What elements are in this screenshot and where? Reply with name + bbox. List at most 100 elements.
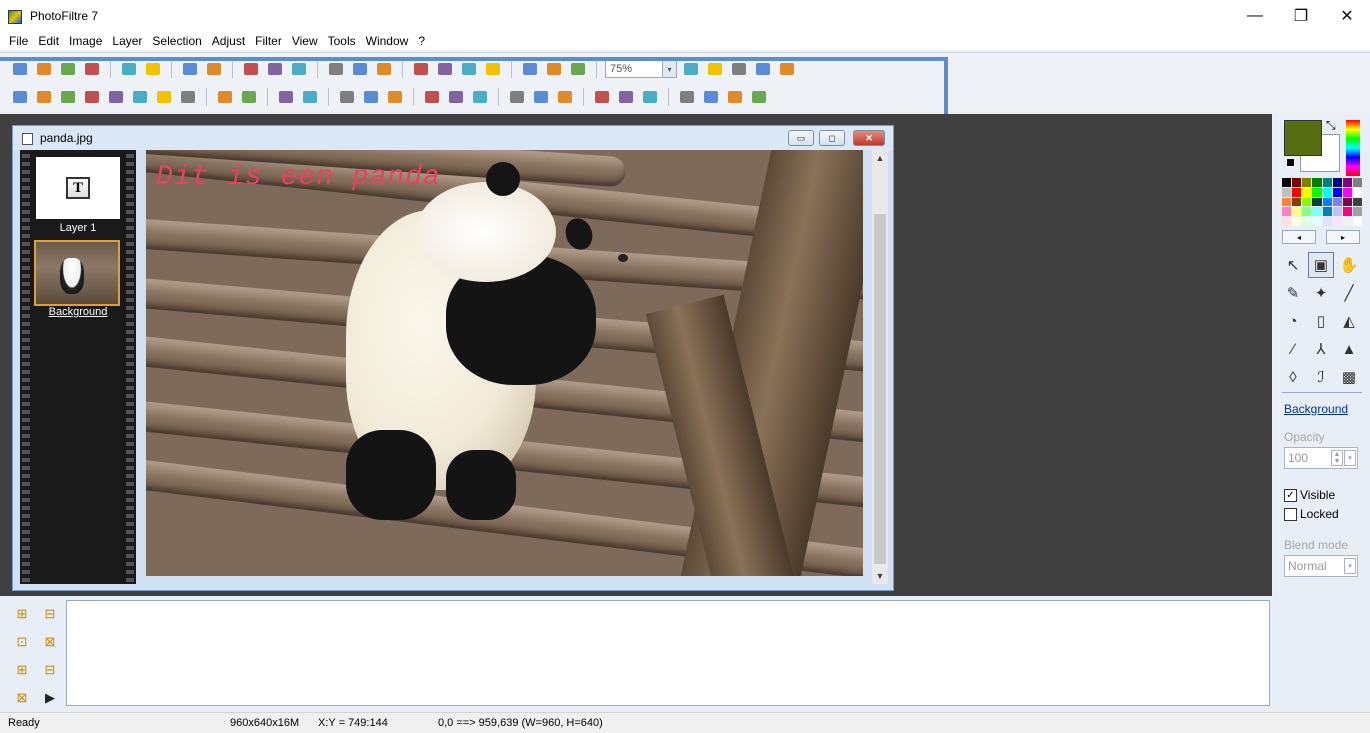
palette-swatch[interactable] bbox=[1352, 187, 1362, 197]
palette-swatch[interactable] bbox=[1312, 207, 1322, 217]
locked-checkbox-box[interactable] bbox=[1284, 507, 1297, 521]
palette-swatch[interactable] bbox=[1282, 187, 1292, 197]
menu-tools[interactable]: Tools bbox=[323, 32, 361, 50]
menu-filter[interactable]: Filter bbox=[250, 32, 287, 50]
canvas-vertical-scrollbar[interactable]: ▲ ▼ bbox=[872, 150, 888, 584]
palette-swatch[interactable] bbox=[1342, 197, 1352, 207]
spray-icon[interactable]: ▯ bbox=[1308, 308, 1334, 334]
tree-icon-3[interactable]: ⊡ bbox=[10, 630, 34, 654]
palette-swatch[interactable] bbox=[1352, 217, 1362, 226]
palette-swatch[interactable] bbox=[1332, 207, 1342, 217]
doc-maximize-button[interactable]: ◻ bbox=[819, 130, 845, 146]
line-icon[interactable]: ╱ bbox=[1336, 280, 1362, 306]
palette-swatch[interactable] bbox=[1322, 178, 1332, 187]
menu-help[interactable]: ? bbox=[413, 32, 430, 50]
palette-swatch[interactable] bbox=[1302, 187, 1312, 197]
tree-icon-6[interactable]: ⊟ bbox=[38, 658, 62, 682]
opacity-field[interactable]: 100 ▲ ▼ ▾ bbox=[1284, 447, 1358, 469]
advanced-brush-icon[interactable]: ⅄ bbox=[1308, 336, 1334, 362]
menu-adjust[interactable]: Adjust bbox=[207, 32, 250, 50]
tree-icon-4[interactable]: ⊠ bbox=[38, 630, 62, 654]
menu-layer[interactable]: Layer bbox=[107, 32, 147, 50]
tree-icon-1[interactable]: ⊞ bbox=[10, 602, 34, 626]
selection-icon[interactable]: ▣ bbox=[1308, 252, 1334, 278]
fill-icon[interactable]: ◔ bbox=[1280, 308, 1306, 334]
foreground-color-swatch[interactable] bbox=[1284, 120, 1322, 156]
minimize-button[interactable]: — bbox=[1232, 0, 1278, 32]
palette-swatch[interactable] bbox=[1322, 217, 1332, 226]
image-window-title-bar[interactable]: panda.jpg ▭ ◻ ✕ bbox=[13, 126, 893, 150]
palette-swatch[interactable] bbox=[1302, 217, 1312, 226]
palette-next-button[interactable]: ▸ bbox=[1326, 230, 1360, 244]
palette-swatch[interactable] bbox=[1282, 197, 1292, 207]
palette-swatch[interactable] bbox=[1342, 178, 1352, 187]
tree-icon-5[interactable]: ⊞ bbox=[10, 658, 34, 682]
menu-file[interactable]: File bbox=[4, 32, 33, 50]
play-icon[interactable]: ▶ bbox=[38, 686, 62, 710]
palette-swatch[interactable] bbox=[1312, 178, 1322, 187]
palette-swatch[interactable] bbox=[1332, 217, 1342, 226]
palette-swatch[interactable] bbox=[1312, 197, 1322, 207]
palette-swatch[interactable] bbox=[1292, 197, 1302, 207]
layer-1-thumbnail[interactable]: T bbox=[36, 157, 120, 219]
background-layer-label[interactable]: Background bbox=[36, 306, 120, 318]
chevron-down-icon[interactable]: ▾ bbox=[1344, 558, 1356, 574]
active-layer-name[interactable]: Background bbox=[1284, 402, 1348, 416]
palette-swatch[interactable] bbox=[1302, 197, 1312, 207]
palette-swatch[interactable] bbox=[1322, 197, 1332, 207]
palette-swatch[interactable] bbox=[1342, 207, 1352, 217]
blend-mode-select[interactable]: Normal ▾ bbox=[1284, 555, 1358, 577]
visible-checkbox[interactable]: ✓ Visible bbox=[1284, 488, 1335, 502]
palette-swatch[interactable] bbox=[1302, 178, 1312, 187]
palette-swatch[interactable] bbox=[1312, 217, 1322, 226]
swap-colors-icon[interactable]: ⤡ bbox=[1326, 118, 1336, 133]
palette-swatch[interactable] bbox=[1352, 178, 1362, 187]
menu-image[interactable]: Image bbox=[64, 32, 107, 50]
background-layer-thumbnail[interactable] bbox=[34, 240, 120, 306]
default-colors-icon[interactable] bbox=[1286, 158, 1295, 167]
tree-icon-2[interactable]: ⊟ bbox=[38, 602, 62, 626]
palette-swatch[interactable] bbox=[1342, 187, 1352, 197]
palette-swatch[interactable] bbox=[1282, 178, 1292, 187]
dropper-icon[interactable]: ✎ bbox=[1280, 280, 1306, 306]
eraser-icon[interactable]: ◭ bbox=[1336, 308, 1362, 334]
stamp-image-icon[interactable]: ▩ bbox=[1336, 364, 1362, 390]
visible-checkbox-box[interactable]: ✓ bbox=[1284, 488, 1297, 502]
layer-1-label[interactable]: Layer 1 bbox=[36, 222, 120, 234]
tree-icon-7[interactable]: ⊠ bbox=[10, 686, 34, 710]
menu-window[interactable]: Window bbox=[361, 32, 414, 50]
locked-checkbox[interactable]: Locked bbox=[1284, 507, 1339, 521]
palette-swatch[interactable] bbox=[1312, 187, 1322, 197]
palette-swatch[interactable] bbox=[1352, 207, 1362, 217]
palette-swatch[interactable] bbox=[1292, 217, 1302, 226]
doc-minimize-button[interactable]: ▭ bbox=[788, 130, 814, 146]
palette-swatch[interactable] bbox=[1332, 187, 1342, 197]
close-button[interactable]: ✕ bbox=[1324, 0, 1370, 32]
palette-swatch[interactable] bbox=[1322, 187, 1332, 197]
palette-swatch[interactable] bbox=[1292, 207, 1302, 217]
hand-icon[interactable]: ✋ bbox=[1336, 252, 1362, 278]
palette-swatch[interactable] bbox=[1332, 178, 1342, 187]
hue-spectrum-bar[interactable] bbox=[1346, 120, 1360, 176]
palette-swatch[interactable] bbox=[1352, 197, 1362, 207]
palette-swatch[interactable] bbox=[1342, 217, 1352, 226]
brush-icon[interactable]: ∕ bbox=[1280, 336, 1306, 362]
palette-swatch[interactable] bbox=[1282, 217, 1292, 226]
palette-swatch[interactable] bbox=[1292, 178, 1302, 187]
scroll-up-icon[interactable]: ▲ bbox=[872, 150, 888, 166]
scrollbar-thumb[interactable] bbox=[874, 214, 886, 564]
menu-selection[interactable]: Selection bbox=[147, 32, 206, 50]
palette-swatch[interactable] bbox=[1332, 197, 1342, 207]
doc-close-button[interactable]: ✕ bbox=[853, 130, 885, 146]
pointer-icon[interactable]: ↖ bbox=[1280, 252, 1306, 278]
image-canvas[interactable]: Dit is een panda bbox=[146, 150, 863, 576]
clone-icon[interactable]: ▲ bbox=[1336, 336, 1362, 362]
scroll-down-icon[interactable]: ▼ bbox=[872, 568, 888, 584]
palette-swatch[interactable] bbox=[1282, 207, 1292, 217]
palette-prev-button[interactable]: ◂ bbox=[1282, 230, 1316, 244]
magic-wand-icon[interactable]: ✦ bbox=[1308, 280, 1334, 306]
palette-swatch[interactable] bbox=[1322, 207, 1332, 217]
blur-drop-icon[interactable]: ◊ bbox=[1280, 364, 1306, 390]
smudge-icon[interactable]: ℐ bbox=[1308, 364, 1334, 390]
opacity-dropdown-icon[interactable]: ▾ bbox=[1344, 450, 1356, 466]
